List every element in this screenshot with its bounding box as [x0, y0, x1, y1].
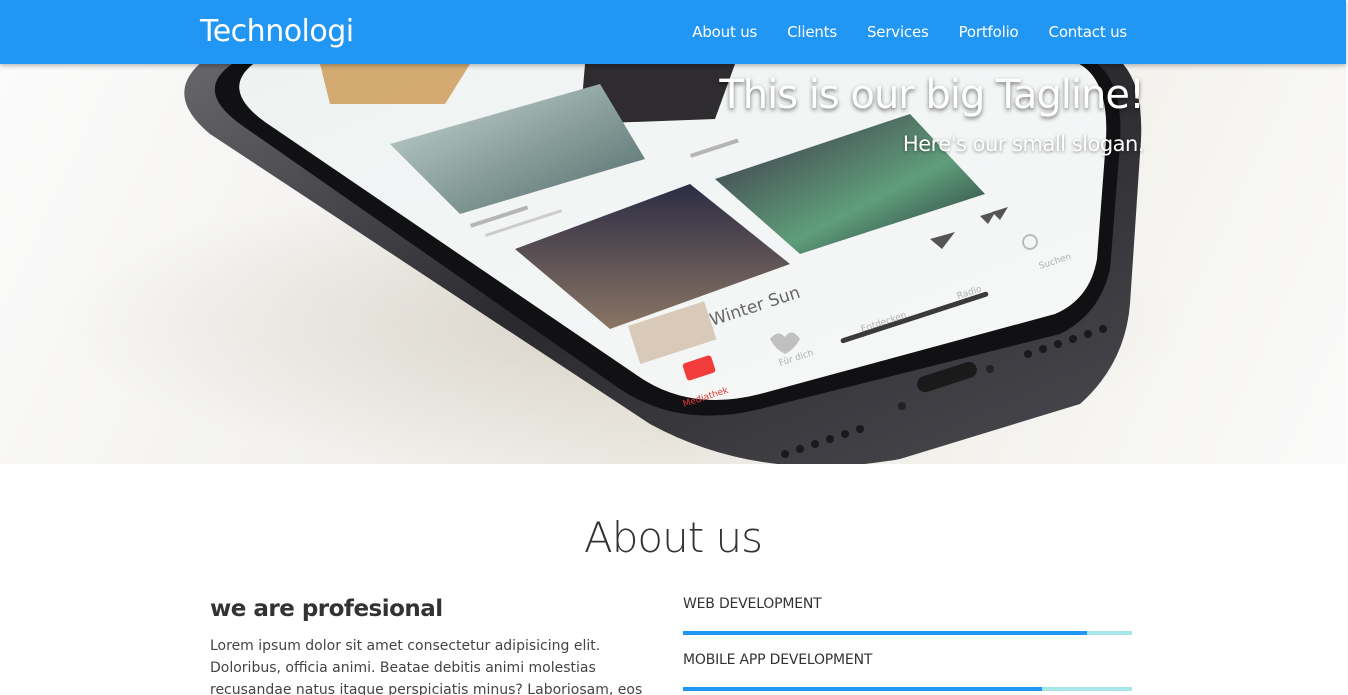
about-description: Lorem ipsum dolor sit amet consectetur a… — [210, 638, 643, 695]
nav-link-services[interactable]: Services — [867, 23, 929, 41]
skill-progress-track — [683, 631, 1132, 635]
hero-slogan: Here's our small slogan. — [902, 132, 1145, 156]
nav-link-clients[interactable]: Clients — [787, 23, 837, 41]
hero-text-block: This is our big Tagline! Here's our smal… — [719, 72, 1145, 156]
skill-label: WEB DEVELOPMENT — [683, 596, 822, 612]
nav-menu: About us Clients Services Portfolio Cont… — [662, 0, 1127, 64]
nav-link-portfolio[interactable]: Portfolio — [959, 23, 1019, 41]
skill-mobile-app-development: MOBILE APP DEVELOPMENT — [683, 652, 1132, 691]
nav-link-about-us[interactable]: About us — [692, 23, 757, 41]
top-navbar: Technologi About us Clients Services Por… — [0, 0, 1346, 64]
hero-phone-image: Winter Sun Mediathek Für dich Entdecken … — [60, 64, 1180, 464]
skill-progress-fill — [683, 687, 1043, 691]
skills-panel: WEB DEVELOPMENT MOBILE APP DEVELOPMENT — [683, 596, 1132, 695]
hero-tagline: This is our big Tagline! — [719, 72, 1145, 118]
skill-web-development: WEB DEVELOPMENT — [683, 596, 1132, 635]
about-section-title: About us — [583, 513, 763, 562]
nav-link-contact-us[interactable]: Contact us — [1049, 23, 1128, 41]
brand-logo[interactable]: Technologi — [200, 14, 354, 49]
skill-progress-track — [683, 687, 1132, 691]
about-subtitle: we are profesional — [210, 596, 443, 622]
hero-banner: Winter Sun Mediathek Für dich Entdecken … — [0, 64, 1346, 464]
skill-progress-fill — [683, 631, 1088, 635]
about-intro: we are profesional Lorem ipsum dolor sit… — [210, 596, 660, 695]
skill-label: MOBILE APP DEVELOPMENT — [683, 652, 873, 668]
